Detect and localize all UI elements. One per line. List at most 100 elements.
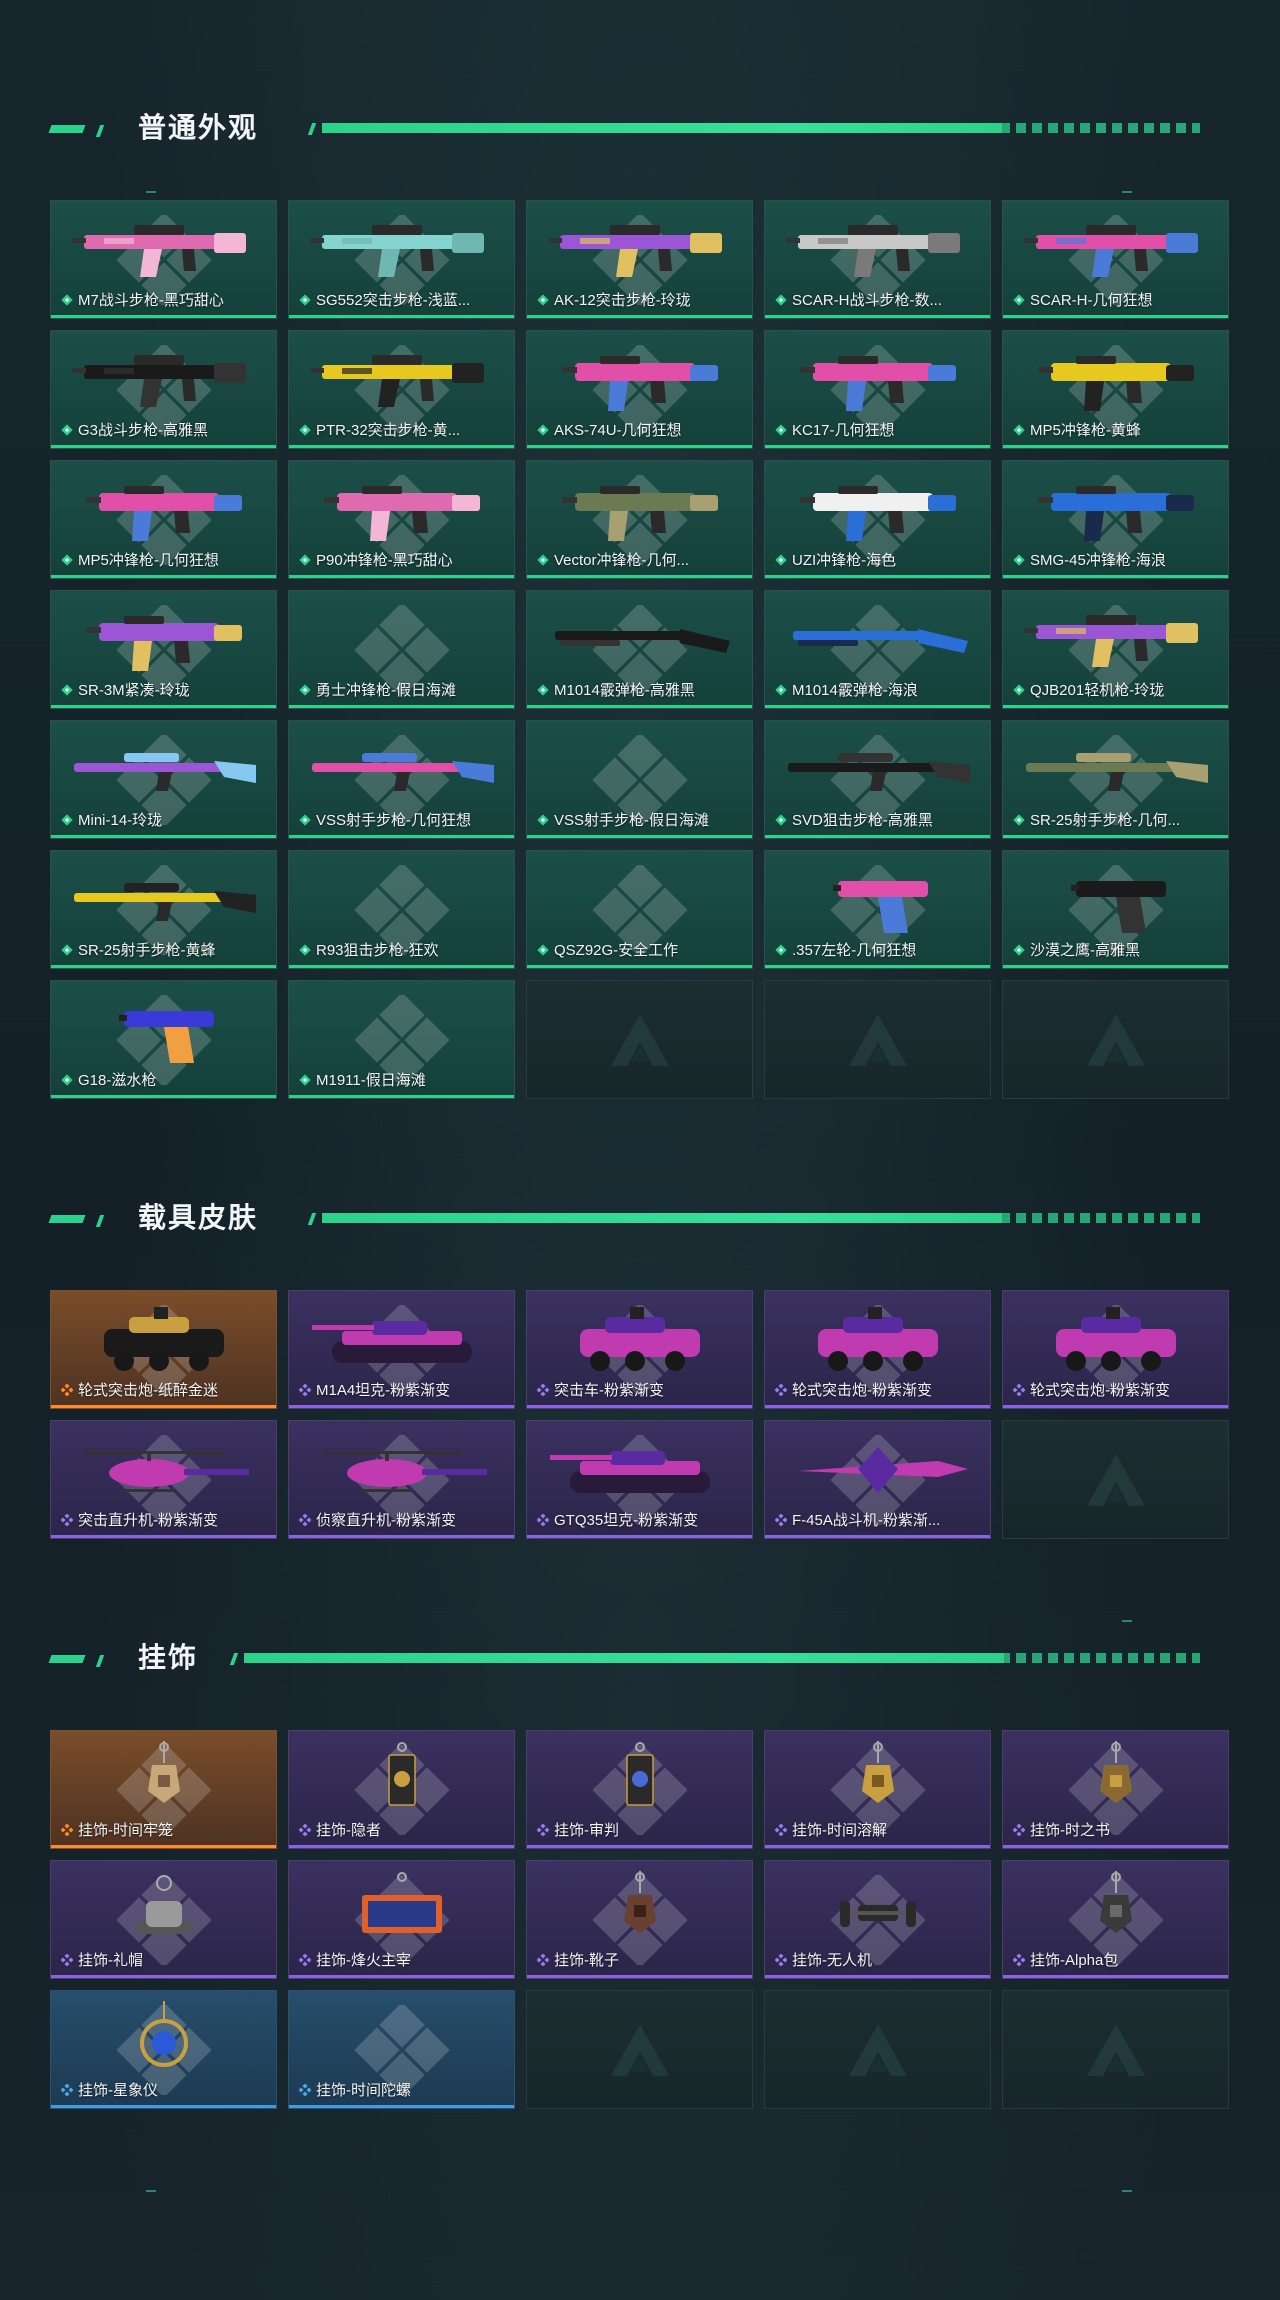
item-card[interactable]: QSZ92G-安全工作 <box>526 850 753 969</box>
rarity-gem-icon <box>775 553 787 566</box>
item-card[interactable]: GTQ35坦克-粉紫渐变 <box>526 1420 753 1539</box>
item-card[interactable]: SCAR-H战斗步枪-数... <box>764 200 991 319</box>
item-card[interactable]: SR-25射手步枪-黄蜂 <box>50 850 277 969</box>
item-image-car <box>817 1307 938 1371</box>
item-card[interactable]: Mini-14-玲珑 <box>50 720 277 839</box>
item-label: SCAR-H战斗步枪-数... <box>792 292 943 309</box>
item-caption: SMG-45冲锋枪-海浪 <box>1013 549 1166 570</box>
item-label: VSS射手步枪-几何狂想 <box>316 812 472 829</box>
item-card[interactable]: KC17-几何狂想 <box>764 330 991 449</box>
item-card[interactable]: .357左轮-几何狂想 <box>764 850 991 969</box>
rarity-gem-icon <box>537 1383 549 1396</box>
item-card[interactable]: 沙漠之鹰-高雅黑 <box>1002 850 1229 969</box>
item-card[interactable]: M1014霰弹枪-高雅黑 <box>526 590 753 709</box>
item-card[interactable]: 挂饰-时间溶解 <box>764 1730 991 1849</box>
item-card[interactable]: VSS射手步枪-几何狂想 <box>288 720 515 839</box>
item-card[interactable]: 轮式突击炮-纸醉金迷 <box>50 1290 277 1409</box>
item-caption: QJB201轻机枪-玲珑 <box>1013 679 1164 700</box>
item-label: Vector冲锋枪-几何... <box>554 552 690 569</box>
item-card[interactable]: Vector冲锋枪-几何... <box>526 460 753 579</box>
rarity-gem-icon <box>537 1823 549 1836</box>
rarity-gem-icon <box>61 553 73 566</box>
item-card[interactable]: 挂饰-时之书 <box>1002 1730 1229 1849</box>
item-card[interactable]: SR-25射手步枪-几何... <box>1002 720 1229 839</box>
rarity-gem-icon <box>299 943 311 956</box>
item-card[interactable]: F-45A战斗机-粉紫渐... <box>764 1420 991 1539</box>
item-card[interactable]: 挂饰-星象仪 <box>50 1990 277 2109</box>
header-checker <box>1000 1653 1200 1663</box>
item-card[interactable]: AK-12突击步枪-玲珑 <box>526 200 753 319</box>
rarity-gem-icon <box>775 943 787 956</box>
rarity-gem-icon <box>1013 553 1025 566</box>
item-caption: MP5冲锋枪-黄蜂 <box>1013 419 1141 440</box>
item-label: 挂饰-时间陀螺 <box>316 2082 411 2099</box>
item-image-smg <box>323 486 480 541</box>
item-image-pistol <box>832 881 928 933</box>
item-card[interactable]: MP5冲锋枪-黄蜂 <box>1002 330 1229 449</box>
item-card[interactable]: VSS射手步枪-假日海滩 <box>526 720 753 839</box>
item-card[interactable]: SR-3M紧凑-玲珑 <box>50 590 277 709</box>
item-card[interactable]: 突击直升机-粉紫渐变 <box>50 1420 277 1539</box>
item-caption: SCAR-H-几何狂想 <box>1013 289 1153 310</box>
item-card[interactable]: 挂饰-时间陀螺 <box>288 1990 515 2109</box>
item-card[interactable]: UZI冲锋枪-海色 <box>764 460 991 579</box>
item-card[interactable]: M1014霰弹枪-海浪 <box>764 590 991 709</box>
item-card[interactable]: M1911-假日海滩 <box>288 980 515 1099</box>
item-card[interactable]: AKS-74U-几何狂想 <box>526 330 753 449</box>
item-image-charm <box>623 1871 656 1933</box>
item-card[interactable]: 侦察直升机-粉紫渐变 <box>288 1420 515 1539</box>
item-card[interactable]: M1A4坦克-粉紫渐变 <box>288 1290 515 1409</box>
rarity-gem-icon <box>299 553 311 566</box>
vehicles-grid: 轮式突击炮-纸醉金迷 M1A4坦克-粉紫渐变 突击车-粉紫渐变 轮式突击炮-粉紫渐变 轮… <box>50 1290 1229 1539</box>
rarity-gem-icon <box>61 1513 73 1526</box>
item-card[interactable]: M7战斗步枪-黑巧甜心 <box>50 200 277 319</box>
item-label: 挂饰-审判 <box>554 1822 619 1839</box>
rarity-gem-icon <box>61 2083 73 2096</box>
item-card[interactable]: 挂饰-审判 <box>526 1730 753 1849</box>
item-card[interactable]: SVD狙击步枪-高雅黑 <box>764 720 991 839</box>
section-title-vehicles: 载具皮肤 <box>138 1202 259 1233</box>
item-card[interactable]: 勇士冲锋枪-假日海滩 <box>288 590 515 709</box>
item-card[interactable]: PTR-32突击步枪-黄... <box>288 330 515 449</box>
header-checker <box>1000 1213 1200 1223</box>
item-card[interactable]: 挂饰-无人机 <box>764 1860 991 1979</box>
rarity-gem-icon <box>775 423 787 436</box>
item-image-rifle <box>71 225 246 277</box>
item-image-rifle <box>1023 225 1198 277</box>
item-card[interactable]: 轮式突击炮-粉紫渐变 <box>764 1290 991 1409</box>
item-card[interactable]: 挂饰-烽火主宰 <box>288 1860 515 1979</box>
item-card[interactable]: G3战斗步枪-高雅黑 <box>50 330 277 449</box>
item-label: 挂饰-隐者 <box>316 1822 381 1839</box>
item-label: P90冲锋枪-黑巧甜心 <box>316 552 453 569</box>
item-card[interactable]: SMG-45冲锋枪-海浪 <box>1002 460 1229 579</box>
item-card[interactable]: SG552突击步枪-浅蓝... <box>288 200 515 319</box>
item-card[interactable]: QJB201轻机枪-玲珑 <box>1002 590 1229 709</box>
item-caption: M1A4坦克-粉紫渐变 <box>299 1379 450 1400</box>
rarity-gem-icon <box>775 1513 787 1526</box>
item-label: 挂饰-时间溶解 <box>792 1822 887 1839</box>
item-card[interactable]: 轮式突击炮-粉紫渐变 <box>1002 1290 1229 1409</box>
item-label: Mini-14-玲珑 <box>78 812 163 829</box>
item-image-pistol <box>1070 881 1166 933</box>
item-card[interactable]: 挂饰-礼帽 <box>50 1860 277 1979</box>
item-card[interactable]: 挂饰-Alpha包 <box>1002 1860 1229 1979</box>
item-card[interactable]: 挂饰-时间牢笼 <box>50 1730 277 1849</box>
item-card[interactable]: R93狙击步枪-狂欢 <box>288 850 515 969</box>
item-card[interactable]: 突击车-粉紫渐变 <box>526 1290 753 1409</box>
rarity-gem-icon <box>1013 293 1025 306</box>
item-card[interactable]: 挂饰-隐者 <box>288 1730 515 1849</box>
item-card[interactable]: MP5冲锋枪-几何狂想 <box>50 460 277 579</box>
item-label: M1014霰弹枪-高雅黑 <box>554 682 695 699</box>
item-caption: GTQ35坦克-粉紫渐变 <box>537 1509 698 1530</box>
item-caption: SCAR-H战斗步枪-数... <box>775 289 942 310</box>
item-image-sniper <box>311 753 494 791</box>
item-image-heli <box>321 1451 487 1492</box>
item-card[interactable]: SCAR-H-几何狂想 <box>1002 200 1229 319</box>
item-caption: 勇士冲锋枪-假日海滩 <box>299 679 456 700</box>
item-card[interactable]: G18-滋水枪 <box>50 980 277 1099</box>
item-image-rifle <box>547 225 722 277</box>
item-card[interactable]: 挂饰-靴子 <box>526 1860 753 1979</box>
item-card[interactable]: P90冲锋枪-黑巧甜心 <box>288 460 515 579</box>
decor-tick <box>1122 191 1132 193</box>
item-image-charm <box>1099 1741 1132 1803</box>
